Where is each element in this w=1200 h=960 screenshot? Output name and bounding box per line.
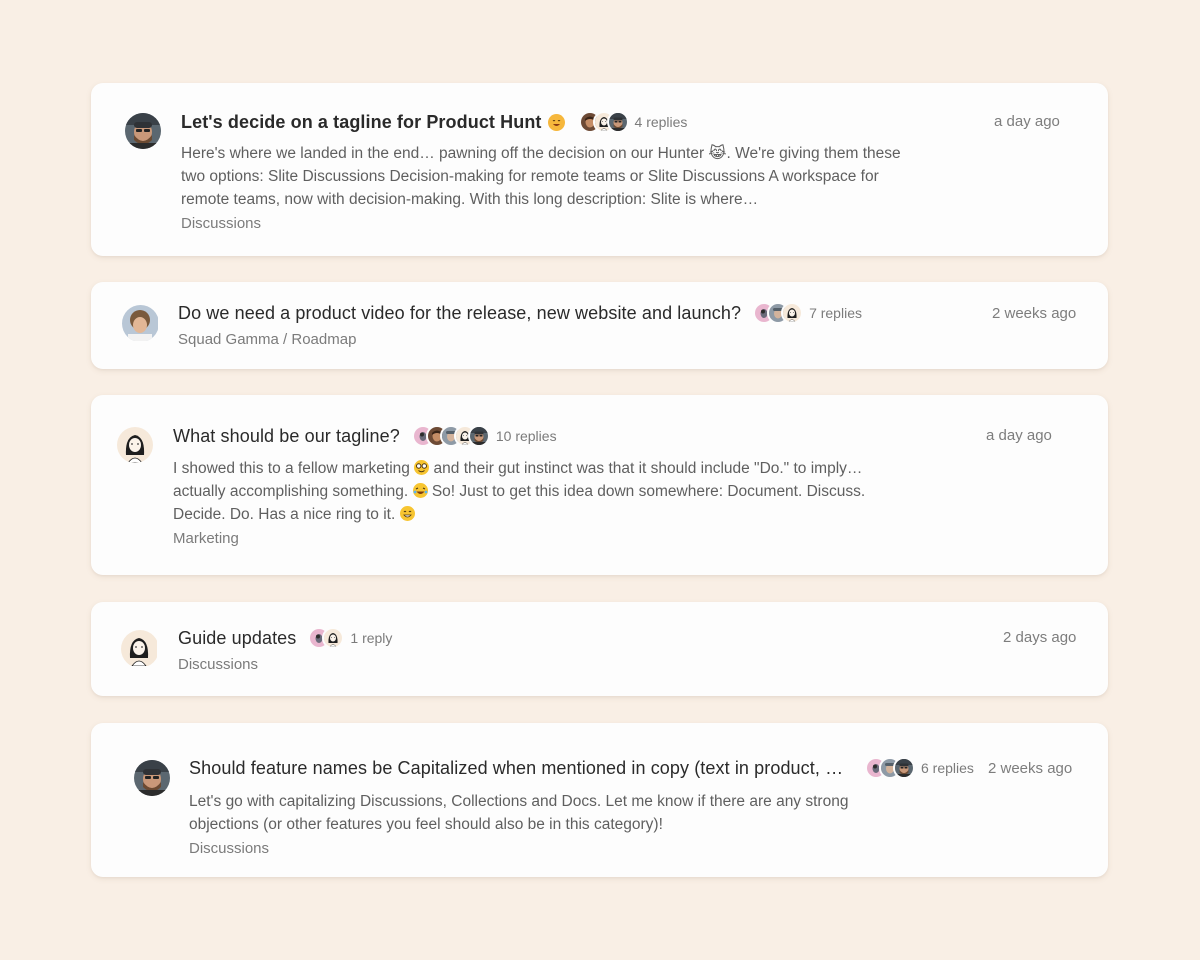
thread-title[interactable]: What should be our tagline? xyxy=(173,426,400,447)
timestamp: 2 weeks ago xyxy=(992,305,1077,322)
channel-label[interactable]: Discussions xyxy=(178,656,258,673)
thread-title[interactable]: Do we need a product video for the relea… xyxy=(178,303,741,324)
participant-avatar xyxy=(467,425,490,447)
smiling-face-emoji-icon xyxy=(399,506,415,521)
thread-excerpt: Here's where we landed in the end… pawni… xyxy=(181,145,901,208)
thread-title[interactable]: Guide updates xyxy=(178,628,296,649)
thread-card[interactable]: Should feature names be Capitalized when… xyxy=(91,723,1108,877)
laughing-tears-emoji-icon xyxy=(412,483,428,498)
author-avatar xyxy=(122,305,159,342)
reply-count[interactable]: 4 replies xyxy=(635,114,688,130)
author-avatar xyxy=(134,760,170,796)
thread-title[interactable]: Should feature names be Capitalized when… xyxy=(189,758,855,779)
thread-excerpt: Let's go with capitalizing Discussions, … xyxy=(189,793,849,833)
reply-count[interactable]: 7 replies xyxy=(809,305,862,321)
thread-excerpt: I showed this to a fellow marketing and … xyxy=(173,460,866,523)
thread-card[interactable]: Guide updates 1 reply 2 days ago Discuss… xyxy=(91,602,1108,696)
timestamp: a day ago xyxy=(986,427,1052,444)
participant-avatar xyxy=(781,302,804,324)
cat-smile-emoji-icon xyxy=(547,113,565,131)
participant-avatar xyxy=(322,627,345,649)
thread-card[interactable]: Do we need a product video for the relea… xyxy=(91,282,1108,369)
nerd-face-emoji-icon xyxy=(414,460,430,475)
author-avatar xyxy=(125,113,161,149)
author-avatar xyxy=(121,630,159,668)
participants-stack xyxy=(308,627,345,649)
channel-label[interactable]: Discussions xyxy=(181,215,261,232)
channel-label[interactable]: Discussions xyxy=(189,840,269,857)
author-avatar xyxy=(117,427,153,463)
timestamp: 2 days ago xyxy=(1003,629,1077,646)
timestamp: a day ago xyxy=(994,113,1060,130)
participants-stack xyxy=(411,425,490,447)
thread-title[interactable]: Let's decide on a tagline for Product Hu… xyxy=(181,112,542,133)
timestamp: 2 weeks ago xyxy=(988,760,1073,777)
participant-avatar xyxy=(893,757,915,779)
participants-stack xyxy=(753,302,804,324)
thread-card[interactable]: Let's decide on a tagline for Product Hu… xyxy=(91,83,1108,256)
channel-label[interactable]: Marketing xyxy=(173,530,239,547)
participant-avatar xyxy=(606,111,629,133)
participants-stack xyxy=(865,757,915,779)
reply-count[interactable]: 6 replies xyxy=(921,760,974,776)
thread-card[interactable]: What should be our tagline? 10 replies a… xyxy=(91,395,1108,575)
channel-label[interactable]: Squad Gamma / Roadmap xyxy=(178,331,356,348)
reply-count[interactable]: 1 reply xyxy=(350,630,392,646)
reply-count[interactable]: 10 replies xyxy=(496,428,557,444)
participants-stack xyxy=(578,111,629,133)
